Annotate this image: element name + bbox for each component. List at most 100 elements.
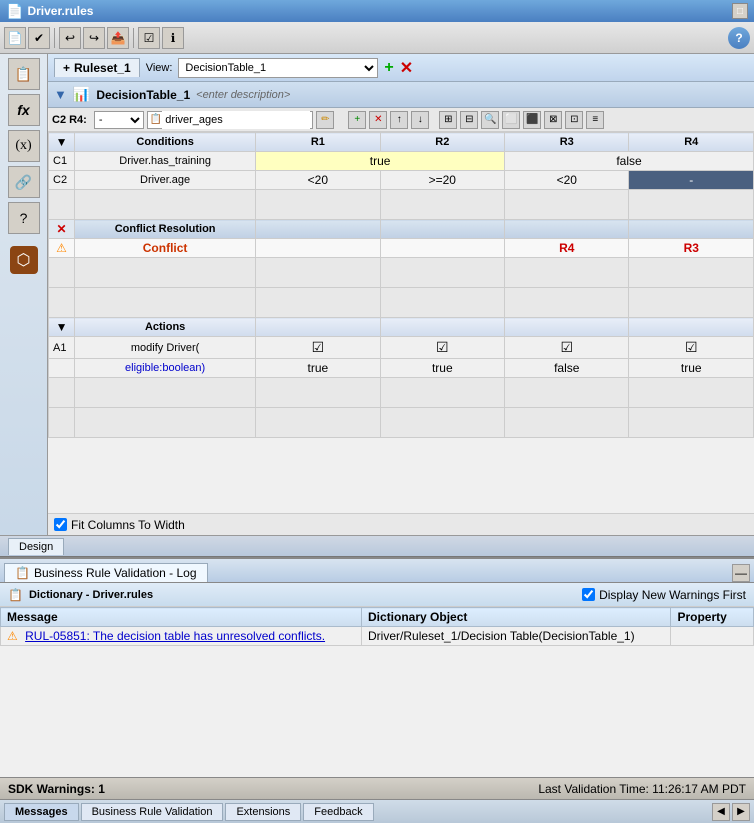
a1-r1[interactable]: ☑ (256, 337, 380, 359)
dt-collapse-icon[interactable]: ▼ (54, 87, 67, 102)
display-warnings-label: Display New Warnings First (599, 588, 746, 602)
work-area: + Ruleset_1 View: DecisionTable_1 + ✕ ▼ … (48, 54, 754, 535)
delete-view-button[interactable]: ✕ (400, 58, 413, 78)
a1-r4[interactable]: ☑ (629, 337, 754, 359)
sidebar-btn-1[interactable]: 📋 (8, 58, 40, 90)
feedback-tab[interactable]: Feedback (303, 803, 373, 821)
move-up-button[interactable]: ↑ (390, 111, 408, 129)
c2-r1[interactable]: <20 (256, 171, 380, 190)
view-label: View: (146, 62, 173, 74)
add-view-button[interactable]: + (384, 59, 393, 77)
redo-button[interactable]: ↪ (83, 27, 105, 49)
conflict-warn-icon: ⚠ (49, 239, 75, 258)
sidebar-btn-link[interactable]: 🔗 (8, 166, 40, 198)
table-row: ⚠ Conflict R4 R3 (49, 239, 754, 258)
conflict-r3-val[interactable]: R4 (505, 239, 629, 258)
ruleset-tab[interactable]: + Ruleset_1 (54, 58, 140, 77)
nav-next-button[interactable]: ▶ (732, 803, 750, 821)
eligible-r1[interactable]: true (256, 359, 380, 378)
check-button[interactable]: ☑ (138, 27, 160, 49)
minimize-panel-button[interactable]: — (732, 564, 750, 582)
display-warnings-checkbox[interactable] (582, 588, 595, 601)
nav-arrows: ◀ ▶ (712, 803, 750, 821)
fit-columns-checkbox[interactable] (54, 518, 67, 531)
export-button[interactable]: 📤 (107, 27, 129, 49)
table-row: eligible:boolean) true true false true (49, 359, 754, 378)
nav-prev-button[interactable]: ◀ (712, 803, 730, 821)
error-link[interactable]: RUL-05851: The decision table has unreso… (25, 629, 325, 643)
business-rule-tab[interactable]: Business Rule Validation (81, 803, 224, 821)
extra-btn-4[interactable]: ⬜ (502, 111, 520, 129)
c2-r3[interactable]: <20 (505, 171, 629, 190)
extra-btn-6[interactable]: ⊠ (544, 111, 562, 129)
conditions-collapse[interactable]: ▼ (49, 133, 75, 152)
validate-button[interactable]: ✔ (28, 27, 50, 49)
eligible-r4[interactable]: true (629, 359, 754, 378)
validation-log-tab[interactable]: 📋 Business Rule Validation - Log (4, 563, 208, 582)
conflict-r2[interactable] (380, 239, 504, 258)
c2-r2[interactable]: >=20 (380, 171, 504, 190)
validation-time: Last Validation Time: 11:26:17 AM PDT (538, 782, 746, 796)
extensions-tab[interactable]: Extensions (225, 803, 301, 821)
conditions-header: Conditions (75, 133, 256, 152)
extra-btn-5[interactable]: ⬛ (523, 111, 541, 129)
eligible-label[interactable]: eligible:boolean) (75, 359, 256, 378)
dt-description[interactable]: <enter description> (196, 89, 290, 101)
conflict-section-row: ✕ Conflict Resolution (49, 220, 754, 239)
actions-section-row: ▼ Actions (49, 318, 754, 337)
actions-collapse[interactable]: ▼ (49, 318, 75, 337)
status-bar: SDK Warnings: 1 Last Validation Time: 11… (0, 777, 754, 799)
c2-r4[interactable]: - (629, 171, 754, 190)
c1-r1r2[interactable]: true (256, 152, 505, 171)
sidebar-btn-fx[interactable]: fx (8, 94, 40, 126)
design-tab[interactable]: Design (8, 538, 64, 555)
cr-type-select[interactable]: - (94, 111, 144, 129)
c2-label[interactable]: Driver.age (75, 171, 256, 190)
a1-r3[interactable]: ☑ (505, 337, 629, 359)
eligible-r3[interactable]: false (505, 359, 629, 378)
warning-icon: ⚠ (7, 629, 18, 643)
conflict-r4-val[interactable]: R3 (629, 239, 754, 258)
sidebar-btn-octagon[interactable]: ⬡ (10, 246, 38, 274)
conflict-header: Conflict Resolution (75, 220, 256, 239)
conflict-collapse[interactable]: ✕ (49, 220, 75, 239)
decision-table: ▼ Conditions R1 R2 R3 R4 C1 Driver.has_t… (48, 132, 754, 513)
add-col-button[interactable]: + (348, 111, 366, 129)
dt-name: DecisionTable_1 (96, 88, 190, 102)
cr-field-input[interactable] (162, 111, 310, 129)
view-select[interactable]: DecisionTable_1 (178, 58, 378, 78)
dt-header-bar: ▼ 📊 DecisionTable_1 <enter description> (48, 82, 754, 108)
conflict-r1[interactable] (256, 239, 380, 258)
sidebar-btn-x[interactable]: (x) (8, 130, 40, 162)
new-button[interactable]: 📄 (4, 27, 26, 49)
del-col-button[interactable]: ✕ (369, 111, 387, 129)
extra-btn-3[interactable]: 🔍 (481, 111, 499, 129)
messages-tab[interactable]: Messages (4, 803, 79, 821)
maximize-button[interactable]: □ (732, 3, 748, 19)
log-header-row: Message Dictionary Object Property (1, 608, 754, 627)
edit-field-button[interactable]: ✏ (316, 111, 334, 129)
c1-r3r4[interactable]: false (505, 152, 754, 171)
help-button[interactable]: ? (728, 27, 750, 49)
extra-btn-2[interactable]: ⊟ (460, 111, 478, 129)
extra-btn-8[interactable]: ≡ (586, 111, 604, 129)
col-property-header: Property (671, 608, 754, 627)
empty-row-3 (49, 288, 754, 318)
conflict-r3-header (505, 220, 629, 239)
sidebar-btn-help[interactable]: ? (8, 202, 40, 234)
a1-r2[interactable]: ☑ (380, 337, 504, 359)
eligible-r2[interactable]: true (380, 359, 504, 378)
info-button[interactable]: ℹ (162, 27, 184, 49)
c1-label[interactable]: Driver.has_training (75, 152, 256, 171)
a1-label[interactable]: modify Driver( (75, 337, 256, 359)
actions-r2-header (380, 318, 504, 337)
table-row: A1 modify Driver( ☑ ☑ ☑ ☑ (49, 337, 754, 359)
extra-btn-7[interactable]: ⊡ (565, 111, 583, 129)
bottom-tabs: Messages Business Rule Validation Extens… (0, 799, 754, 823)
undo-button[interactable]: ↩ (59, 27, 81, 49)
move-down-button[interactable]: ↓ (411, 111, 429, 129)
dt-table: ▼ Conditions R1 R2 R3 R4 C1 Driver.has_t… (48, 132, 754, 438)
log-file-icon: 📋 (8, 588, 23, 602)
extra-btn-1[interactable]: ⊞ (439, 111, 457, 129)
display-warnings-area: Display New Warnings First (582, 588, 746, 602)
